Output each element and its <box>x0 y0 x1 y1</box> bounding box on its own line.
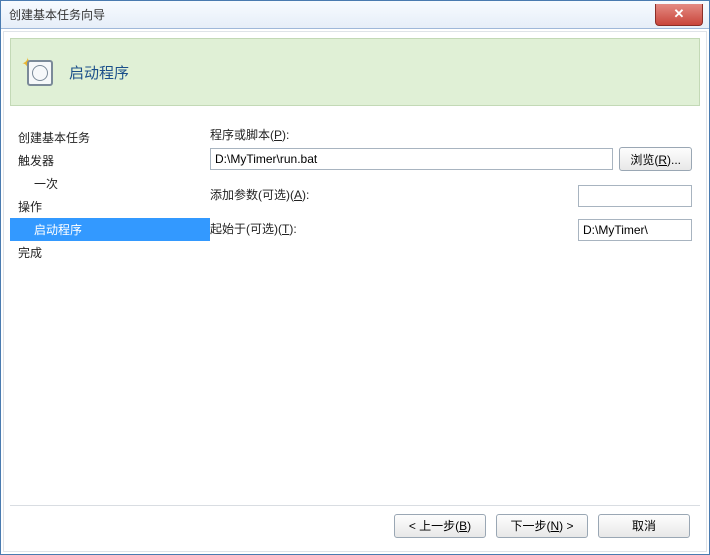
startin-input[interactable] <box>578 219 692 241</box>
sidebar-item-finish[interactable]: 完成 <box>10 241 210 264</box>
cancel-button[interactable]: 取消 <box>598 514 690 538</box>
sidebar-item-action[interactable]: 操作 <box>10 195 210 218</box>
script-label: 程序或脚本(P): <box>210 126 692 143</box>
browse-button[interactable]: 浏览(R)... <box>619 147 692 171</box>
wizard-footer: < 上一步(B) 下一步(N) > 取消 <box>10 505 700 545</box>
wizard-header: ✦ 启动程序 <box>10 38 700 106</box>
wizard-sidebar: 创建基本任务 触发器 一次 操作 启动程序 完成 <box>10 118 210 505</box>
page-title: 启动程序 <box>69 62 129 83</box>
script-input[interactable] <box>210 148 613 170</box>
titlebar: 创建基本任务向导 ✕ <box>1 1 709 29</box>
task-scheduler-icon: ✦ <box>25 58 53 86</box>
sidebar-item-once[interactable]: 一次 <box>10 172 210 195</box>
sidebar-item-start-program[interactable]: 启动程序 <box>10 218 210 241</box>
args-label: 添加参数(可选)(A): <box>210 186 410 203</box>
close-button[interactable]: ✕ <box>655 4 703 26</box>
wizard-inner: ✦ 启动程序 创建基本任务 触发器 一次 操作 启动程序 完成 程序或脚本(P)… <box>3 31 707 552</box>
back-button[interactable]: < 上一步(B) <box>394 514 486 538</box>
wizard-window: 创建基本任务向导 ✕ ✦ 启动程序 创建基本任务 触发器 一次 操作 启动程序 … <box>0 0 710 555</box>
wizard-form: 程序或脚本(P): 浏览(R)... 添加参数(可选)(A): 起始于(可选)(… <box>210 118 700 505</box>
next-button[interactable]: 下一步(N) > <box>496 514 588 538</box>
window-title: 创建基本任务向导 <box>9 6 105 23</box>
args-input[interactable] <box>578 185 692 207</box>
startin-label: 起始于(可选)(T): <box>210 220 410 237</box>
wizard-body: 创建基本任务 触发器 一次 操作 启动程序 完成 程序或脚本(P): 浏览(R)… <box>10 118 700 505</box>
sidebar-item-trigger[interactable]: 触发器 <box>10 149 210 172</box>
sidebar-item-create-task[interactable]: 创建基本任务 <box>10 126 210 149</box>
close-icon: ✕ <box>674 6 685 22</box>
